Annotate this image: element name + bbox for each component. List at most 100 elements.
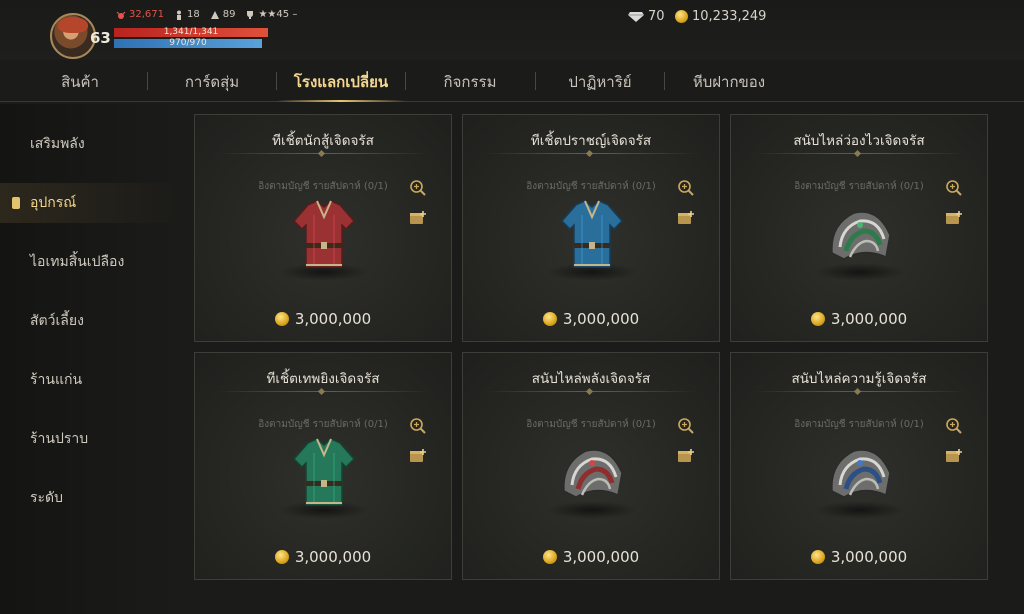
price: 3,000,000 [731,548,987,566]
gold-amount: 10,233,249 [692,9,767,24]
gold-coin-icon [274,312,289,326]
main-tabs: สินค้า การ์ดสุ่ม โรงแลกเปลี่ยน กิจกรรม ป… [0,62,1024,102]
gift-icon[interactable] [677,447,695,463]
sidebar-item-pets[interactable]: สัตว์เลี้ยง [0,301,178,341]
crab-icon [116,11,126,19]
price: 3,000,000 [463,310,719,328]
product-card[interactable]: สนับไหล่ความรู้เจิดจรัส อิงตามบัญชี รายส… [730,352,988,580]
product-card[interactable]: ทีเชิ้ตนักสู้เจิดจรัส อิงตามบัญชี รายสัป… [194,114,452,342]
gold-coin-icon [810,550,825,564]
price: 3,000,000 [195,310,451,328]
product-title: สนับไหล่ความรู้เจิดจรัส [791,371,927,387]
gift-icon[interactable] [945,209,963,225]
pauldron-icon [563,449,623,498]
product-title: สนับไหล่ว่องไวเจิดจรัส [793,133,925,149]
player-stats: 32,671 18 89 ★★45 – [116,9,297,20]
hat-icon [210,10,219,19]
category-sidebar: เสริมพลัง อุปกรณ์ ไอเทมสิ้นเปลือง สัตว์เ… [0,104,178,614]
diamond-currency[interactable]: 70 [628,9,665,24]
zoom-icon[interactable] [677,417,695,435]
gift-icon[interactable] [409,209,427,225]
title-divider [217,391,429,392]
sidebar-item-equipment[interactable]: อุปกรณ์ [0,183,178,223]
stat-2-value: 18 [187,9,200,20]
gold-coin-icon [274,550,289,564]
gift-icon[interactable] [409,447,427,463]
sidebar-item-label: อุปกรณ์ [30,195,77,211]
product-title: ทีเชิ้ตเทพยิงเจิดจรัส [266,371,380,387]
gift-icon[interactable] [677,209,695,225]
product-card[interactable]: ทีเชิ้ตเทพยิงเจิดจรัส อิงตามบัญชี รายสัป… [194,352,452,580]
product-card[interactable]: ทีเชิ้ตปราชญ์เจิดจรัส อิงตามบัญชี รายสัป… [462,114,720,342]
sidebar-item-subjugation-shop[interactable]: ร้านปราบ [0,419,178,459]
top-hud: 63 32,671 18 89 ★★45 – 1,341/1,341 970/9… [0,0,1024,60]
zoom-icon[interactable] [677,179,695,197]
title-divider [753,391,965,392]
zoom-icon[interactable] [409,417,427,435]
price-value: 3,000,000 [294,548,372,566]
gold-coin-icon [542,312,557,326]
mp-bar: 970/970 [114,39,262,48]
title-divider [485,391,697,392]
tab-products[interactable]: สินค้า [20,70,140,94]
selected-marker-icon [12,197,20,209]
active-tab-underline [276,100,406,102]
player-level: 63 [90,29,111,47]
stat-4-value: ★★45 – [258,9,298,20]
stat-4: ★★45 – [245,9,297,20]
sidebar-item-core-shop[interactable]: ร้านแก่น [0,360,178,400]
product-title: ทีเชิ้ตนักสู้เจิดจรัส [272,133,374,149]
combat-power-stat: 32,671 [116,9,164,20]
stat-2: 18 [174,9,200,20]
trophy-icon [247,10,254,19]
zoom-icon[interactable] [945,417,963,435]
gold-coin-icon [675,10,688,23]
figure-icon [177,10,181,20]
gold-currency[interactable]: 10,233,249 [675,9,766,24]
tab-divider [405,72,406,90]
product-card[interactable]: สนับไหล่ว่องไวเจิดจรัส อิงตามบัญชี รายสั… [730,114,988,342]
gold-coin-icon [542,550,557,564]
sidebar-item-enhance[interactable]: เสริมพลัง [0,124,178,164]
price-value: 3,000,000 [562,548,640,566]
tab-exchange[interactable]: โรงแลกเปลี่ยน [281,70,401,94]
combat-power-value: 32,671 [129,9,164,20]
price-value: 3,000,000 [562,310,640,328]
price: 3,000,000 [195,548,451,566]
tab-storage[interactable]: หีบฝากของ [669,70,789,94]
tab-divider [147,72,148,90]
stat-3-value: 89 [222,9,236,20]
tab-divider [276,72,277,90]
title-divider [217,153,429,154]
gold-coin-icon [810,312,825,326]
price-value: 3,000,000 [830,548,908,566]
hp-bar: 1,341/1,341 [114,28,268,37]
tab-miracle[interactable]: ปาฏิหาริย์ [540,70,660,94]
price-value: 3,000,000 [830,310,908,328]
diamond-icon [628,11,644,22]
pauldron-icon [831,211,891,260]
price: 3,000,000 [731,310,987,328]
stat-3: 89 [210,9,236,20]
diamond-amount: 70 [648,9,665,24]
shirt-icon [292,200,356,268]
shirt-icon [560,200,624,268]
product-card[interactable]: สนับไหล่พลังเจิดจรัส อิงตามบัญชี รายสัปด… [462,352,720,580]
product-title: สนับไหล่พลังเจิดจรัส [531,371,651,387]
pauldron-icon [831,449,891,498]
zoom-icon[interactable] [409,179,427,197]
tab-divider [535,72,536,90]
zoom-icon[interactable] [945,179,963,197]
shirt-icon [292,438,356,506]
tab-events[interactable]: กิจกรรม [410,70,530,94]
gift-icon[interactable] [945,447,963,463]
price-value: 3,000,000 [294,310,372,328]
product-title: ทีเชิ้ตปราชญ์เจิดจรัส [530,133,652,149]
title-divider [753,153,965,154]
price: 3,000,000 [463,548,719,566]
title-divider [485,153,697,154]
sidebar-item-consumables[interactable]: ไอเทมสิ้นเปลือง [0,242,178,282]
tab-gacha[interactable]: การ์ดสุ่ม [152,70,272,94]
sidebar-item-level[interactable]: ระดับ [0,478,178,518]
tab-divider [664,72,665,90]
